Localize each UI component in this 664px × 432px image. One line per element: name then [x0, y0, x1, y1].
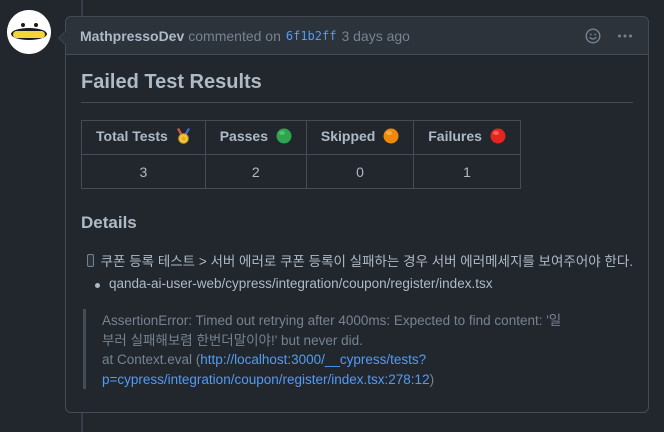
skipped-value: 0	[305, 154, 415, 189]
task-text: 쿠폰 등록 테스트 > 서버 에러로 쿠폰 등록이 실패하는 경우 서버 에러메…	[100, 254, 633, 269]
error-blockquote: AssertionError: Timed out retrying after…	[83, 309, 562, 389]
header-passes: Passes	[204, 120, 307, 155]
header-failures: Failures	[413, 120, 521, 155]
error-stack-line: at Context.eval (http://localhost:3000/_…	[102, 350, 562, 389]
header-total-tests: Total Tests	[81, 120, 206, 155]
header-label: Skipped	[320, 128, 376, 144]
orange-circle-icon	[383, 128, 399, 147]
header-label: Failures	[428, 128, 482, 144]
header-skipped: Skipped	[305, 120, 415, 155]
medal-icon	[176, 128, 191, 147]
comment-action: commented on	[188, 27, 281, 44]
header-actions	[584, 27, 634, 45]
table-row: 3 2 0 1	[81, 154, 521, 189]
error-message: AssertionError: Timed out retrying after…	[102, 313, 562, 348]
author-link[interactable]: MathpressoDev	[80, 28, 184, 44]
red-circle-icon	[490, 128, 506, 147]
file-list: qanda-ai-user-web/cypress/integration/co…	[81, 276, 633, 291]
list-item: qanda-ai-user-web/cypress/integration/co…	[95, 276, 633, 291]
passes-value: 2	[204, 154, 307, 189]
kebab-icon[interactable]	[616, 27, 634, 45]
comment-body: Failed Test Results Total Tests Passes S…	[66, 71, 648, 389]
avatar-face-icon	[7, 10, 51, 54]
report-title: Failed Test Results	[81, 71, 633, 103]
smiley-icon[interactable]	[584, 27, 602, 45]
timestamp[interactable]: 3 days ago	[341, 28, 410, 44]
details-heading: Details	[81, 213, 137, 232]
stack-suffix: )	[429, 371, 435, 387]
green-circle-icon	[276, 128, 292, 147]
comment-box: MathpressoDev commented on 6f1b2ff 3 day…	[58, 16, 649, 413]
results-table: Total Tests Passes Skipped Failures 3 2 …	[81, 120, 521, 189]
stack-prefix: at Context.eval (	[102, 352, 201, 367]
commit-link[interactable]: 6f1b2ff	[286, 29, 337, 43]
total-tests-value: 3	[81, 154, 206, 189]
table-header-row: Total Tests Passes Skipped Failures	[81, 120, 521, 155]
header-label: Passes	[219, 128, 268, 144]
failures-value: 1	[413, 154, 521, 189]
task-list-item: 쿠폰 등록 테스트 > 서버 에러로 쿠폰 등록이 실패하는 경우 서버 에러메…	[87, 250, 633, 270]
task-checkbox[interactable]	[87, 253, 94, 267]
comment-header: MathpressoDev commented on 6f1b2ff 3 day…	[66, 17, 648, 55]
avatar[interactable]	[7, 10, 51, 54]
header-label: Total Tests	[96, 128, 168, 144]
